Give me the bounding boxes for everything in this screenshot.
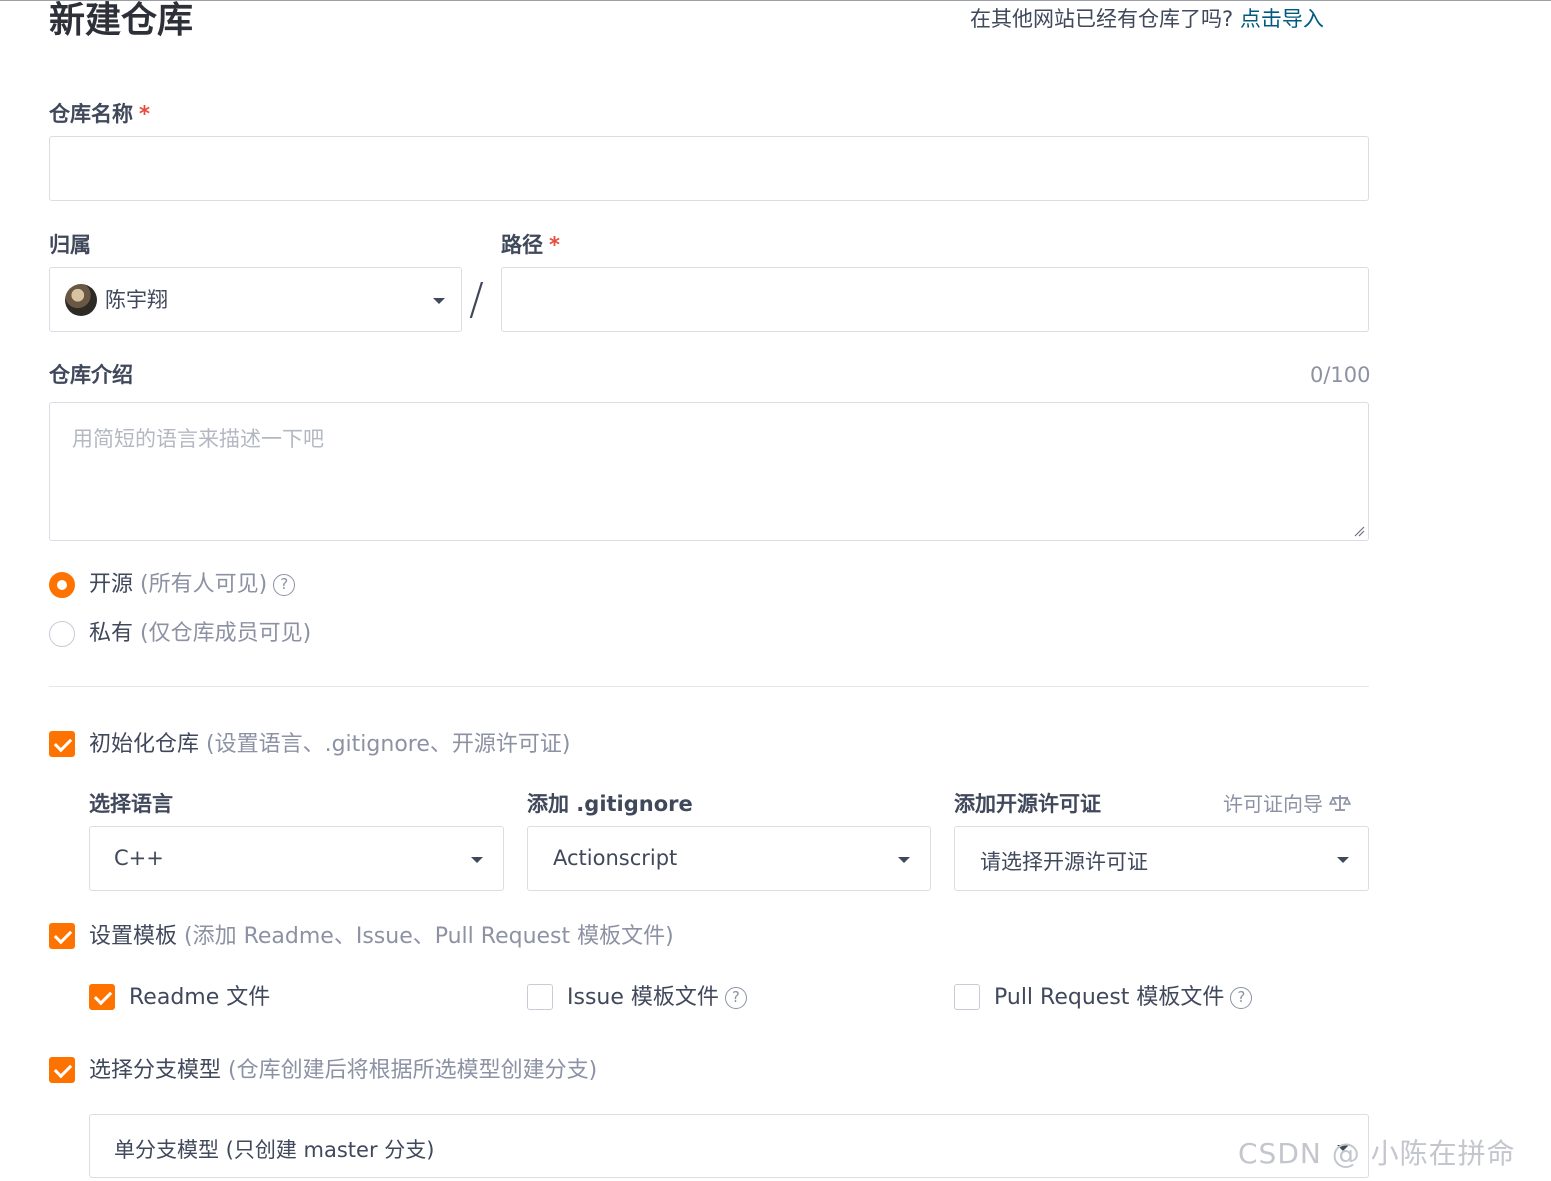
language-label: 选择语言 [89,792,173,816]
gitignore-value: Actionscript [553,846,678,870]
init-repo-label: 初始化仓库 [89,732,200,757]
init-repo-checkbox[interactable] [49,731,75,757]
repo-name-input[interactable] [50,137,1368,200]
path-label-text: 路径 [501,233,543,257]
pr-template-label: Pull Request 模板文件 [994,985,1225,1010]
private-hint: (仅仓库成员可见) [140,621,312,646]
templates-option[interactable]: 设置模板 (添加 Readme、Issue、Pull Request 模板文件) [89,922,674,952]
templates-checkbox[interactable] [49,923,75,949]
repo-name-label: 仓库名称 * [49,100,150,128]
path-field[interactable] [501,267,1369,332]
repo-name-label-text: 仓库名称 [49,102,133,126]
description-counter: 0/100 [1310,363,1371,387]
top-divider [0,0,1551,1]
branch-model-option[interactable]: 选择分支模型 (仓库创建后将根据所选模型创建分支) [89,1056,597,1086]
public-hint: (所有人可见) [140,572,268,597]
import-link[interactable]: 点击导入 [1240,7,1324,31]
gitignore-select[interactable]: Actionscript [527,826,931,891]
caret-down-icon [433,298,445,304]
pr-template-option[interactable]: Pull Request 模板文件? [994,983,1253,1013]
readme-option[interactable]: Readme 文件 [129,983,270,1013]
section-divider [49,686,1369,687]
import-prompt: 在其他网站已经有仓库了吗? 点击导入 [970,5,1324,33]
help-icon[interactable]: ? [273,574,296,596]
branch-model-select[interactable]: 单分支模型 (只创建 master 分支) [89,1114,1369,1178]
license-guide-link[interactable]: 许可证向导 [1223,790,1352,818]
branch-model-hint: (仓库创建后将根据所选模型创建分支) [228,1058,598,1083]
resize-handle-icon[interactable] [1353,525,1365,537]
gitignore-label: 添加 .gitignore [527,792,693,816]
help-icon[interactable]: ? [724,987,747,1009]
required-mark: * [549,233,560,257]
required-mark: * [139,102,150,126]
caret-down-icon [898,857,910,863]
language-value: C++ [114,846,164,870]
templates-hint: (添加 Readme、Issue、Pull Request 模板文件) [184,924,674,949]
branch-model-checkbox[interactable] [49,1057,75,1083]
branch-model-value: 单分支模型 (只创建 master 分支) [114,1138,435,1162]
private-label: 私有 [89,621,134,646]
init-repo-option[interactable]: 初始化仓库 (设置语言、.gitignore、开源许可证) [89,730,570,760]
branch-model-label: 选择分支模型 [89,1058,222,1083]
language-select[interactable]: C++ [89,826,504,891]
issue-template-option[interactable]: Issue 模板文件? [567,983,747,1013]
path-label: 路径 * [501,231,560,259]
issue-template-label: Issue 模板文件 [567,985,719,1010]
page-title: 新建仓库 [49,0,194,41]
public-label: 开源 [89,572,134,597]
owner-select[interactable]: 陈宇翔 [49,267,462,332]
caret-down-icon [471,857,483,863]
issue-template-checkbox[interactable] [527,984,553,1010]
owner-label: 归属 [49,233,91,257]
avatar [65,284,97,316]
watermark: CSDN @ 小陈在拼命 [1238,1137,1516,1170]
license-guide-text: 许可证向导 [1223,792,1323,816]
import-prompt-text: 在其他网站已经有仓库了吗? [970,7,1234,31]
repo-name-field[interactable] [49,136,1369,201]
description-textarea[interactable] [50,403,1368,540]
path-separator: / [469,274,484,325]
private-option[interactable]: 私有 (仅仓库成员可见) [89,619,311,649]
templates-label: 设置模板 [89,924,178,949]
public-radio[interactable] [49,572,75,598]
description-label: 仓库介绍 [49,363,133,387]
public-option[interactable]: 开源 (所有人可见)? [89,570,296,600]
readme-checkbox[interactable] [89,984,115,1010]
owner-value: 陈宇翔 [105,288,168,312]
caret-down-icon [1337,857,1349,863]
license-value: 请选择开源许可证 [980,850,1148,874]
pr-template-checkbox[interactable] [954,984,980,1010]
description-field[interactable] [49,402,1369,541]
license-label: 添加开源许可证 [954,792,1101,816]
license-select[interactable]: 请选择开源许可证 [954,826,1369,891]
help-icon[interactable]: ? [1230,987,1253,1009]
scale-icon [1329,795,1352,811]
private-radio[interactable] [49,621,75,647]
path-input[interactable] [502,268,1368,331]
init-repo-hint: (设置语言、.gitignore、开源许可证) [206,732,571,757]
